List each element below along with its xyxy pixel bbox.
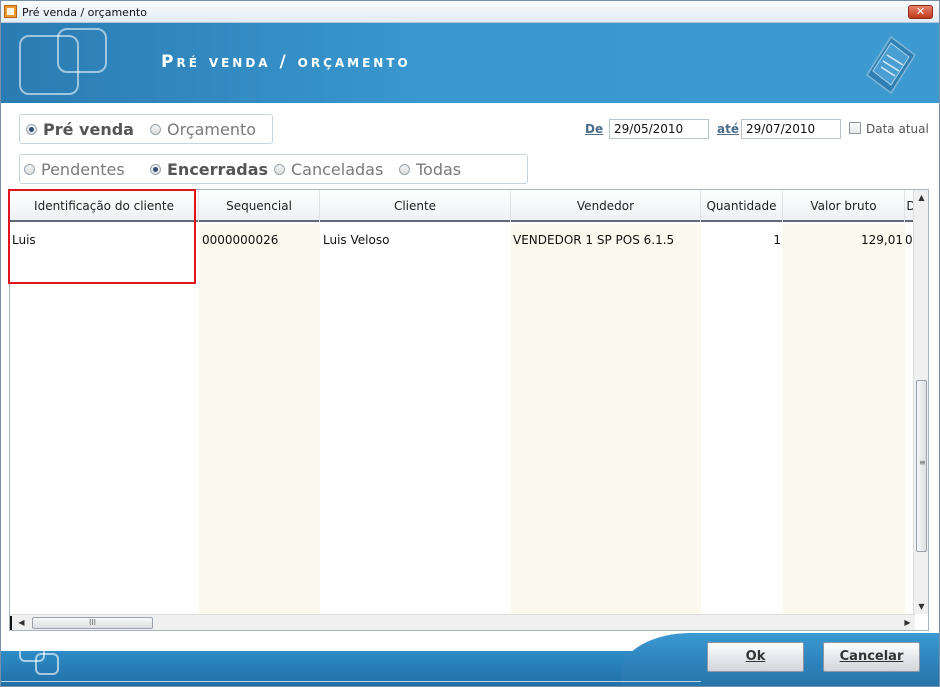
vertical-scrollbar[interactable]: ▲ ≡ ▼: [913, 190, 928, 614]
radio-selected-icon: [150, 164, 161, 175]
date-from-input[interactable]: 29/05/2010: [609, 119, 709, 139]
scroll-right-icon[interactable]: ▶: [900, 615, 915, 630]
status-filter-group: Pendentes Encerradas Canceladas Todas: [19, 154, 528, 184]
radio-canceladas[interactable]: Canceladas: [274, 160, 383, 179]
ok-button[interactable]: Ok: [707, 642, 804, 672]
column-header-quantidade[interactable]: Quantidade: [701, 190, 783, 222]
radio-pendentes-label: Pendentes: [41, 160, 125, 179]
scroll-left-icon[interactable]: ◀: [14, 615, 29, 630]
scroll-down-icon[interactable]: ▼: [914, 599, 928, 614]
radio-unselected-icon: [24, 164, 35, 175]
footer-bar: Ok Cancelar: [1, 633, 939, 686]
column-tint: [199, 224, 320, 614]
radio-todas-label: Todas: [416, 160, 462, 179]
close-button[interactable]: ✕: [908, 5, 933, 19]
cell-d: 0: [905, 233, 913, 247]
cell-sequencial: 0000000026: [202, 233, 279, 247]
scroll-marker: [10, 616, 12, 630]
current-date-checkbox[interactable]: [849, 122, 861, 134]
banner-logo-shape-2: [57, 28, 107, 73]
grip-icon: ≡: [919, 458, 926, 467]
column-tint: [783, 224, 905, 614]
cell-valor-bruto: 129,01: [861, 233, 903, 247]
horizontal-scrollbar[interactable]: ◀ III ▶: [10, 614, 915, 630]
title-bar: Pré venda / orçamento ✕: [1, 1, 939, 23]
radio-encerradas[interactable]: Encerradas: [150, 160, 268, 179]
column-header-sequencial[interactable]: Sequencial: [199, 190, 320, 222]
column-header-vendedor[interactable]: Vendedor: [511, 190, 701, 222]
radio-pendentes[interactable]: Pendentes: [24, 160, 125, 179]
cancel-button[interactable]: Cancelar: [823, 642, 920, 672]
date-to-label: até: [717, 122, 739, 136]
header-banner: Pré venda / orçamento: [1, 23, 939, 103]
vertical-scroll-thumb[interactable]: ≡: [916, 380, 927, 552]
radio-unselected-icon: [150, 124, 161, 135]
radio-pre-venda[interactable]: Pré venda: [26, 120, 134, 139]
footer-logo-shape-2: [35, 653, 59, 675]
radio-encerradas-label: Encerradas: [167, 160, 269, 179]
cell-quantidade: 1: [773, 233, 781, 247]
app-icon: [4, 5, 17, 18]
date-to-input[interactable]: 29/07/2010: [741, 119, 841, 139]
scroll-up-icon[interactable]: ▲: [914, 190, 928, 205]
date-from-label: De: [585, 122, 604, 136]
radio-pre-venda-label: Pré venda: [43, 120, 134, 139]
footer-line: [1, 681, 701, 682]
radio-todas[interactable]: Todas: [399, 160, 461, 179]
cell-cliente: Luis Veloso: [323, 233, 390, 247]
column-header-valor-bruto[interactable]: Valor bruto: [783, 190, 905, 222]
type-filter-group: Pré venda Orçamento: [19, 114, 273, 144]
current-date-label: Data atual: [866, 122, 929, 136]
column-header-cliente[interactable]: Cliente: [320, 190, 511, 222]
window-title: Pré venda / orçamento: [22, 6, 147, 19]
radio-canceladas-label: Canceladas: [291, 160, 384, 179]
radio-unselected-icon: [399, 164, 410, 175]
radio-selected-icon: [26, 124, 37, 135]
radio-unselected-icon: [274, 164, 285, 175]
column-tint: [511, 224, 701, 614]
radio-orcamento[interactable]: Orçamento: [150, 120, 256, 139]
horizontal-scroll-thumb[interactable]: III: [32, 617, 153, 629]
cell-vendedor: VENDEDOR 1 SP POS 6.1.5: [513, 233, 675, 247]
highlight-annotation: [8, 189, 196, 284]
banner-title: Pré venda / orçamento: [161, 52, 411, 72]
documents-icon: [865, 35, 917, 95]
pre-venda-window: Pré venda / orçamento ✕ Pré venda / orça…: [0, 0, 940, 687]
radio-orcamento-label: Orçamento: [167, 120, 257, 139]
